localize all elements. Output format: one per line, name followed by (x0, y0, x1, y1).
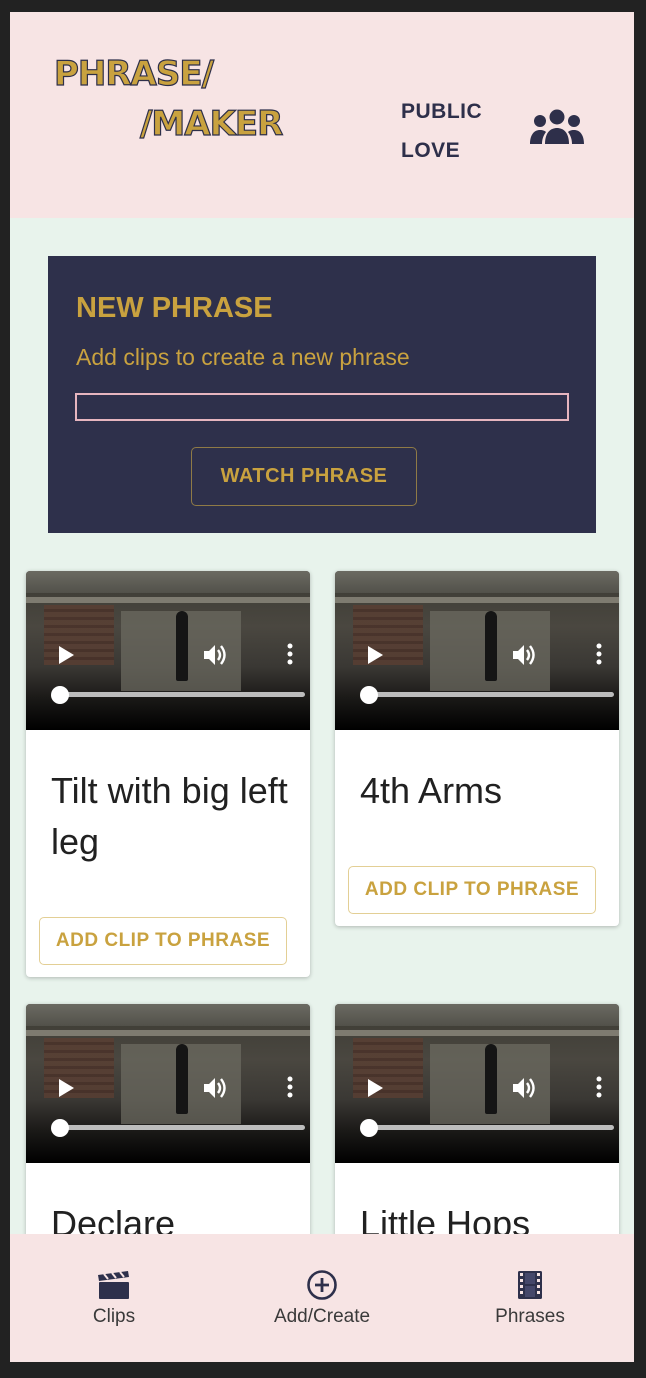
add-clip-button[interactable]: ADD CLIP TO PHRASE (348, 866, 596, 914)
nav-item-add-create[interactable]: Add/Create (242, 1234, 402, 1362)
logo-line-2: /MAKER (139, 103, 284, 144)
more-options-icon[interactable] (595, 1076, 603, 1098)
more-options-icon[interactable] (286, 1076, 294, 1098)
clip-card: Tilt with big left leg ADD CLIP TO PHRAS… (26, 571, 310, 977)
clip-title: Tilt with big left leg (51, 770, 288, 862)
bottom-navigation: Clips Add/Create Phrases (10, 1234, 634, 1362)
phrase-clip-drop-area[interactable] (75, 393, 569, 421)
nav-item-phrases[interactable]: Phrases (450, 1234, 610, 1362)
video-frame-ceiling (26, 571, 310, 593)
watch-phrase-button[interactable]: WATCH PHRASE (191, 447, 417, 506)
video-frame-ceiling (335, 1004, 619, 1026)
nav-label-add-create: Add/Create (273, 1306, 371, 1327)
play-icon[interactable] (365, 1078, 385, 1098)
video-player[interactable] (335, 571, 619, 730)
nav-item-clips[interactable]: Clips (34, 1234, 194, 1362)
clip-card: 4th Arms ADD CLIP TO PHRASE (335, 571, 619, 926)
seek-thumb[interactable] (360, 686, 378, 704)
more-options-icon[interactable] (286, 643, 294, 665)
app-frame: PHRASE/ /MAKER PUBLIC LOVE NEW PHRASE Ad… (10, 12, 634, 1362)
play-icon[interactable] (56, 1078, 76, 1098)
video-player[interactable] (335, 1004, 619, 1163)
app-header: PHRASE/ /MAKER PUBLIC LOVE (10, 12, 634, 218)
seek-thumb[interactable] (51, 1119, 69, 1137)
video-frame-brick (353, 605, 423, 665)
volume-icon[interactable] (511, 643, 537, 667)
volume-icon[interactable] (202, 1076, 228, 1100)
seek-thumb[interactable] (360, 1119, 378, 1137)
seek-thumb[interactable] (51, 686, 69, 704)
film-strip-icon (518, 1271, 542, 1299)
seek-bar[interactable] (61, 692, 305, 697)
video-frame-brick (353, 1038, 423, 1098)
volume-icon[interactable] (511, 1076, 537, 1100)
account-name[interactable]: PUBLIC LOVE (401, 92, 501, 170)
plus-circle-icon (307, 1270, 337, 1300)
logo[interactable]: PHRASE/ /MAKER (53, 52, 284, 152)
new-phrase-title: NEW PHRASE (76, 292, 273, 324)
seek-bar[interactable] (370, 1125, 614, 1130)
nav-label-clips: Clips (92, 1306, 136, 1327)
new-phrase-panel: NEW PHRASE Add clips to create a new phr… (48, 256, 596, 533)
video-frame-ceiling (26, 1004, 310, 1026)
play-icon[interactable] (365, 645, 385, 665)
clip-title: 4th Arms (360, 770, 503, 811)
video-frame-brick (44, 1038, 114, 1098)
video-frame-dancer (176, 611, 188, 681)
nav-label-phrases: Phrases (495, 1306, 565, 1327)
video-frame-dancer (485, 1044, 497, 1114)
new-phrase-subtitle: Add clips to create a new phrase (76, 344, 410, 370)
account-name-line-2: LOVE (401, 139, 461, 162)
video-frame-beam (335, 1030, 619, 1036)
video-frame-brick (44, 605, 114, 665)
more-options-icon[interactable] (595, 643, 603, 665)
logo-line-1: PHRASE/ (53, 53, 214, 94)
video-frame-beam (335, 597, 619, 603)
seek-bar[interactable] (370, 692, 614, 697)
account-name-line-1: PUBLIC (401, 100, 483, 123)
video-frame-dancer (176, 1044, 188, 1114)
clapperboard-icon (98, 1271, 129, 1299)
video-frame-beam (26, 1030, 310, 1036)
seek-bar[interactable] (61, 1125, 305, 1130)
add-clip-button[interactable]: ADD CLIP TO PHRASE (39, 917, 287, 965)
video-frame-ceiling (335, 571, 619, 593)
video-frame-dancer (485, 611, 497, 681)
volume-icon[interactable] (202, 643, 228, 667)
video-player[interactable] (26, 571, 310, 730)
play-icon[interactable] (56, 645, 76, 665)
video-frame-beam (26, 597, 310, 603)
users-group-icon[interactable] (529, 108, 585, 148)
video-player[interactable] (26, 1004, 310, 1163)
